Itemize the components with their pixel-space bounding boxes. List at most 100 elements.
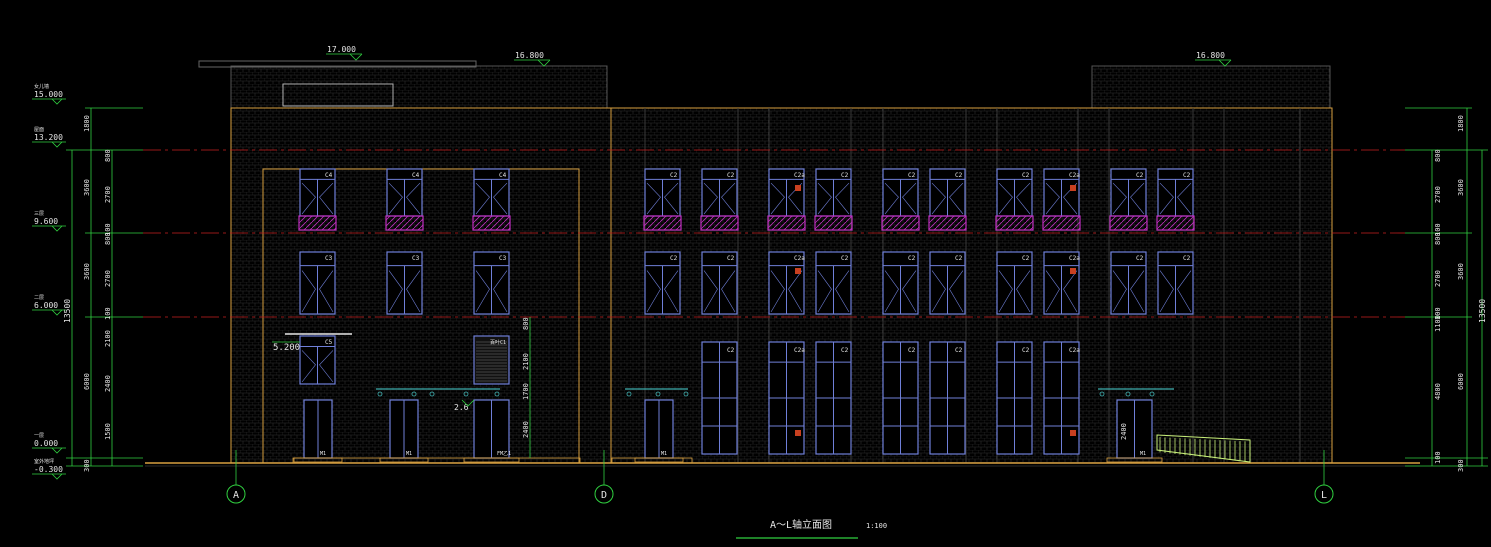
elevation-drawing: C4 C3 C4 C3 C4 C3 C5 C2 C2 C2 C2 C2a C2a C2 C2 C2 C2 C2 C2…	[32, 45, 1488, 539]
right-inner-dim: 4800	[1434, 383, 1442, 400]
window-tag: C2a	[1069, 255, 1080, 262]
left-inner-dim: 800	[104, 232, 112, 245]
balustrade	[700, 215, 739, 231]
balustrade	[385, 215, 424, 231]
window-tag: C2	[1183, 172, 1191, 179]
right-outer-dim: 3600	[1457, 179, 1465, 196]
tall-window: C2a	[1043, 341, 1080, 455]
axis-label: D	[601, 490, 607, 501]
right-inner-dim: 800	[1434, 149, 1442, 162]
mid-dim: 2400	[522, 421, 530, 438]
window: C2	[701, 251, 738, 315]
balustrade	[767, 215, 806, 231]
right-inner-dim: 1100	[1434, 315, 1442, 332]
tall-window: C2	[996, 341, 1033, 455]
left-inner-dim: 2400	[104, 375, 112, 392]
window: C4	[298, 168, 337, 231]
right-inner-dim: 2700	[1434, 186, 1442, 203]
level-value: 13.200	[34, 133, 63, 142]
window: C2	[929, 251, 966, 315]
left-total-dimension: 13500	[63, 299, 72, 323]
window: C2	[1156, 168, 1195, 231]
right-inner-dim: 2700	[1434, 270, 1442, 287]
canopy-level: 5.200	[273, 343, 300, 353]
window-tag: C2a	[1069, 347, 1080, 354]
balustrade	[1042, 215, 1081, 231]
window-tag: C2	[908, 255, 916, 262]
window-tag: C4	[325, 172, 333, 179]
vent-marker	[795, 185, 801, 191]
vent-marker	[1070, 185, 1076, 191]
door-tag: FM乙1	[497, 450, 511, 457]
left-inner-dim: 800	[104, 149, 112, 162]
right-outer-dim: 1800	[1457, 115, 1465, 132]
right-inner-dimensions: 8002700100800270010011004800100	[1434, 149, 1442, 464]
door-tag: M1	[661, 451, 667, 457]
right-roof-level: 16.800	[1196, 51, 1225, 60]
mid-dim: 2100	[522, 353, 530, 370]
window: C2	[882, 251, 919, 315]
window-tag: C2	[841, 255, 849, 262]
left-outer-dim: 6000	[83, 373, 91, 390]
window-tag: C2	[1183, 255, 1191, 262]
level-name: 女儿墙	[34, 83, 49, 90]
axis-label: A	[233, 490, 239, 501]
mid-dim: 800	[522, 317, 530, 330]
left-outer-dim: 3600	[83, 263, 91, 280]
right-outer-dim: 3600	[1457, 263, 1465, 280]
level-arrow	[51, 225, 63, 232]
window-tag: C2	[1136, 255, 1144, 262]
tall-window: C2	[929, 341, 966, 455]
door-tag: M1	[406, 451, 412, 457]
window-tag: C4	[499, 172, 507, 179]
left-level-annotations: 女儿墙15.000屋面13.200三层9.600二层6.000一层0.000室外…	[32, 83, 66, 480]
window: C2a	[1043, 251, 1080, 315]
balustrade	[928, 215, 967, 231]
top-level-markers: 17.000 16.800 16.800	[326, 45, 1232, 67]
balustrade	[1156, 215, 1195, 231]
tall-window: C2	[815, 341, 852, 455]
window: C2	[996, 251, 1033, 315]
tall-window: C2a	[768, 341, 805, 455]
right-outer-dim: 6000	[1457, 373, 1465, 390]
drawing-title: A～L轴立面图	[770, 518, 832, 531]
window-tag: C2	[1022, 255, 1030, 262]
window-tag: C3	[325, 255, 333, 262]
window: C2a	[1042, 168, 1081, 231]
level-arrow	[51, 98, 63, 105]
window-tag: C2a	[794, 255, 805, 262]
window: C2	[814, 168, 853, 231]
window-tag: C2	[1136, 172, 1144, 179]
balustrade	[1109, 215, 1148, 231]
level-arrow	[51, 309, 63, 316]
level-arrow	[51, 141, 63, 148]
window: C3	[473, 251, 510, 315]
window-tag: C5	[325, 339, 333, 346]
tall-window: C2	[882, 341, 919, 455]
level-value: 9.600	[34, 217, 58, 226]
window: C2	[644, 251, 681, 315]
right-outer-dimensions: 1800 3600 3600 6000 300	[1457, 115, 1465, 472]
window: C2a	[767, 168, 806, 231]
louver-tag: 百叶C1	[490, 339, 506, 346]
balustrade	[814, 215, 853, 231]
vent-marker	[1070, 268, 1076, 274]
drawing-scale: 1:100	[866, 522, 887, 530]
level-name: 室外地坪	[34, 458, 54, 465]
window: C4	[385, 168, 424, 231]
vent-marker	[1070, 430, 1076, 436]
window: C2	[700, 168, 739, 231]
level-value: 6.000	[34, 301, 58, 310]
balustrade	[472, 215, 511, 231]
window-tag: C2a	[794, 172, 805, 179]
balustrade	[298, 215, 337, 231]
window-tag: C2	[727, 347, 735, 354]
window-tag: C2	[670, 172, 678, 179]
left-inner-dimensions: 80027001008002700100210024001500	[104, 149, 112, 440]
door-tag: M1	[1140, 451, 1146, 457]
window-tag: C2	[908, 172, 916, 179]
window: C4	[472, 168, 511, 231]
left-outer-dim: 1800	[83, 115, 91, 132]
balustrade	[995, 215, 1034, 231]
left-rooftop-box	[230, 65, 608, 109]
